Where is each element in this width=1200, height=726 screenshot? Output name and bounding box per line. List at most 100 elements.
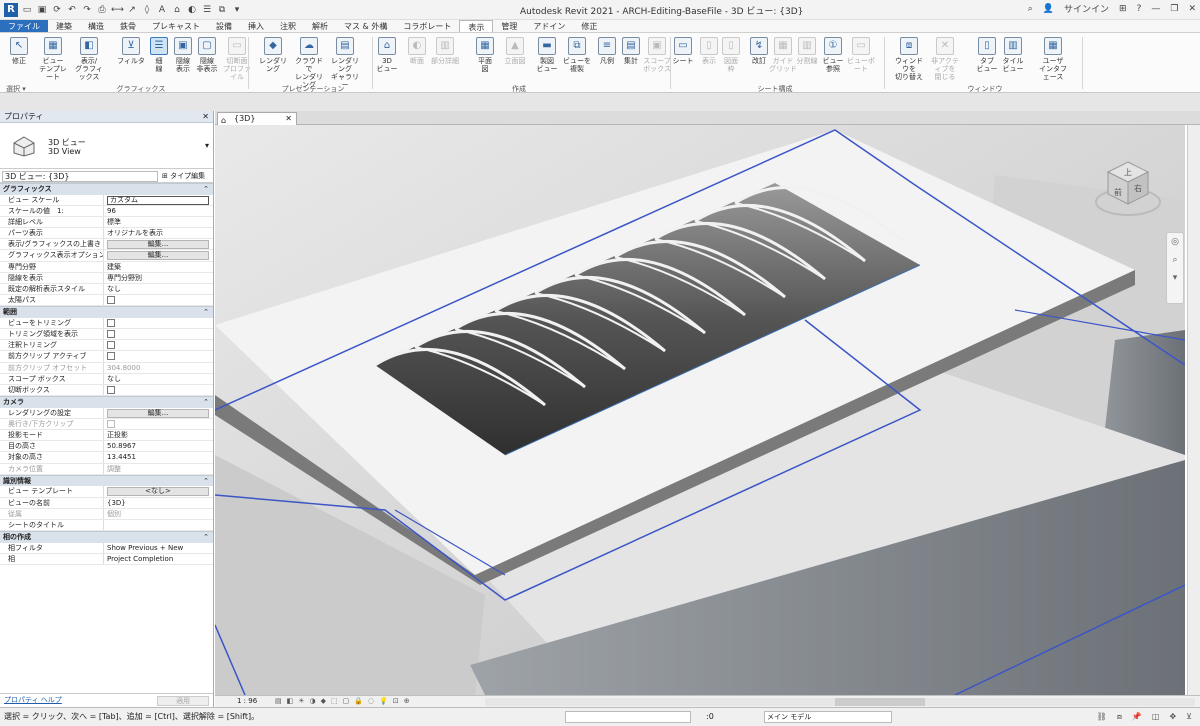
ribbon-button-17[interactable]: ⧉ ビューを 複製 bbox=[562, 36, 592, 82]
ribbon-button-11[interactable]: ⌂ 3D ビュー bbox=[372, 36, 402, 82]
property-value[interactable]: カスタム bbox=[104, 195, 213, 205]
property-value[interactable]: 13.4451 bbox=[104, 452, 213, 462]
checkbox[interactable] bbox=[107, 352, 115, 361]
property-input[interactable]: カスタム bbox=[107, 195, 209, 205]
tab-10[interactable]: コラボレート bbox=[395, 20, 459, 32]
render-icon[interactable]: ◆ bbox=[321, 696, 326, 707]
type-edit-button[interactable]: ⊞ タイプ編集 bbox=[162, 169, 205, 183]
tag-icon[interactable]: ◊ bbox=[141, 4, 153, 16]
help-icon[interactable]: ? bbox=[1137, 4, 1142, 14]
workset-dropdown[interactable] bbox=[565, 711, 691, 723]
print-icon[interactable]: ⎙ bbox=[96, 4, 108, 16]
collapse-icon[interactable]: ⌃ bbox=[203, 184, 209, 194]
ribbon-button-15[interactable]: ▲ 立面図 bbox=[500, 36, 530, 82]
horizontal-scrollbar[interactable] bbox=[485, 698, 1195, 706]
view-tab-3d[interactable]: ⌂ {3D} ✕ bbox=[217, 112, 297, 125]
property-value[interactable] bbox=[104, 340, 213, 350]
checkbox[interactable] bbox=[107, 318, 115, 327]
property-value[interactable]: 専門分野別 bbox=[104, 273, 213, 283]
section-icon[interactable]: ◐ bbox=[186, 4, 198, 16]
analytical-icon[interactable]: ⊡ bbox=[393, 696, 399, 707]
property-value[interactable] bbox=[104, 329, 213, 339]
save-icon[interactable]: ▣ bbox=[36, 4, 48, 16]
tab-0[interactable]: ファイル bbox=[0, 20, 48, 32]
view-cube[interactable]: 上 前 右 bbox=[1092, 158, 1164, 220]
text-icon[interactable]: A bbox=[156, 4, 168, 16]
edit-button[interactable]: 編集... bbox=[107, 240, 209, 250]
ribbon-button-1[interactable]: ▦ ビュー テンプレート bbox=[38, 36, 68, 82]
ribbon-button-28[interactable]: ▭ ビューポート bbox=[846, 36, 876, 82]
collapse-icon[interactable]: ⌃ bbox=[203, 307, 209, 317]
properties-help-link[interactable]: プロパティ ヘルプ bbox=[4, 694, 62, 707]
tab-8[interactable]: 解析 bbox=[304, 20, 336, 32]
default-3d-icon[interactable]: ⌂ bbox=[171, 4, 183, 16]
property-value[interactable]: 正投影 bbox=[104, 430, 213, 440]
close-icon[interactable]: ✕ bbox=[285, 113, 292, 125]
design-option-dropdown[interactable]: メイン モデル bbox=[764, 711, 892, 723]
open-icon[interactable]: ▭ bbox=[21, 4, 33, 16]
ribbon-button-30[interactable]: ✕ 非アクティブを 閉じる bbox=[930, 36, 960, 82]
user-icon[interactable]: 👤 bbox=[1043, 4, 1054, 14]
property-value[interactable] bbox=[104, 351, 213, 361]
ribbon-button-33[interactable]: ▦ ユーザ インタフェース bbox=[1038, 36, 1068, 82]
ribbon-button-13[interactable]: ▥ 部分詳細 bbox=[430, 36, 460, 82]
view-selector[interactable]: 3D ビュー: {3D} bbox=[2, 171, 158, 182]
signin-label[interactable]: サインイン bbox=[1064, 2, 1109, 15]
property-value[interactable]: Project Completion bbox=[104, 554, 213, 564]
checkbox[interactable] bbox=[107, 330, 115, 339]
close-windows-icon[interactable]: ⧉ bbox=[216, 4, 228, 16]
tab-2[interactable]: 構造 bbox=[80, 20, 112, 32]
collapse-icon[interactable]: ⌃ bbox=[203, 532, 209, 542]
checkbox[interactable] bbox=[107, 386, 115, 394]
scroll-thumb[interactable] bbox=[835, 698, 925, 706]
ribbon-button-32[interactable]: ▥ タイル ビュー bbox=[998, 36, 1028, 82]
ribbon-button-14[interactable]: ▦ 平面 図 bbox=[470, 36, 500, 82]
section-header-2[interactable]: カメラ ⌃ bbox=[0, 396, 213, 408]
ribbon-button-9[interactable]: ☁ クラウドで レンダリング bbox=[294, 36, 324, 89]
property-value[interactable]: Show Previous + New bbox=[104, 543, 213, 553]
ribbon-button-6[interactable]: ▢ 隠線 非表示 bbox=[192, 36, 222, 82]
section-header-0[interactable]: グラフィックス ⌃ bbox=[0, 183, 213, 195]
edit-button[interactable]: <なし> bbox=[107, 487, 209, 497]
checkbox[interactable] bbox=[107, 296, 115, 305]
tab-13[interactable]: アドイン bbox=[525, 20, 573, 32]
property-value[interactable]: 編集... bbox=[104, 408, 213, 418]
ribbon-button-23[interactable]: ▯ 図面 枠 bbox=[716, 36, 746, 82]
thin-lines-icon[interactable]: ☰ bbox=[201, 4, 213, 16]
temp-hide-icon[interactable]: ◌ bbox=[368, 696, 374, 707]
redo-icon[interactable]: ↷ bbox=[81, 4, 93, 16]
apply-button[interactable]: 適用 bbox=[157, 696, 209, 706]
view-scale[interactable]: 1 : 96 bbox=[237, 696, 257, 707]
type-selector[interactable]: 3D ビュー 3D View ▾ bbox=[0, 123, 213, 169]
undo-icon[interactable]: ↶ bbox=[66, 4, 78, 16]
property-value[interactable]: 編集... bbox=[104, 239, 213, 250]
property-value[interactable] bbox=[104, 295, 213, 305]
shadows-icon[interactable]: ◑ bbox=[310, 696, 316, 707]
vertical-scrollbar[interactable] bbox=[1187, 125, 1200, 695]
drawing-area[interactable] bbox=[215, 125, 1185, 695]
ribbon-button-0[interactable]: ↖ 修正 bbox=[4, 36, 34, 82]
dimension-icon[interactable]: ↗ bbox=[126, 4, 138, 16]
ribbon-button-10[interactable]: ▤ レンダリング ギャラリー bbox=[330, 36, 360, 89]
edit-button[interactable]: 編集... bbox=[107, 251, 209, 261]
select-underlay-icon[interactable]: ⧈ bbox=[1117, 708, 1122, 726]
search-icon[interactable]: ⌕ bbox=[1028, 4, 1033, 14]
ribbon-button-3[interactable]: ⊻ フィルタ bbox=[116, 36, 146, 82]
property-value[interactable] bbox=[104, 520, 213, 530]
property-value[interactable]: 50.8967 bbox=[104, 441, 213, 451]
property-value[interactable]: {3D} bbox=[104, 498, 213, 508]
section-header-3[interactable]: 識別情報 ⌃ bbox=[0, 474, 213, 487]
tab-14[interactable]: 修正 bbox=[573, 20, 605, 32]
property-value[interactable]: オリジナルを表示 bbox=[104, 228, 213, 238]
highlight-icon[interactable]: ⊕ bbox=[404, 696, 410, 707]
ribbon-button-12[interactable]: ◐ 断面 bbox=[402, 36, 432, 82]
reveal-hidden-icon[interactable]: 💡 bbox=[379, 696, 388, 707]
property-value[interactable]: 標準 bbox=[104, 217, 213, 227]
zoom-icon[interactable]: ⌕ bbox=[1167, 251, 1183, 269]
sync-icon[interactable]: ⟳ bbox=[51, 4, 63, 16]
sun-path-icon[interactable]: ☀ bbox=[298, 696, 304, 707]
property-value[interactable] bbox=[104, 318, 213, 328]
close-icon[interactable]: ✕ bbox=[1188, 4, 1196, 14]
ribbon-button-27[interactable]: ① ビュー 参照 bbox=[818, 36, 848, 82]
revit-logo-icon[interactable]: R bbox=[4, 2, 18, 17]
